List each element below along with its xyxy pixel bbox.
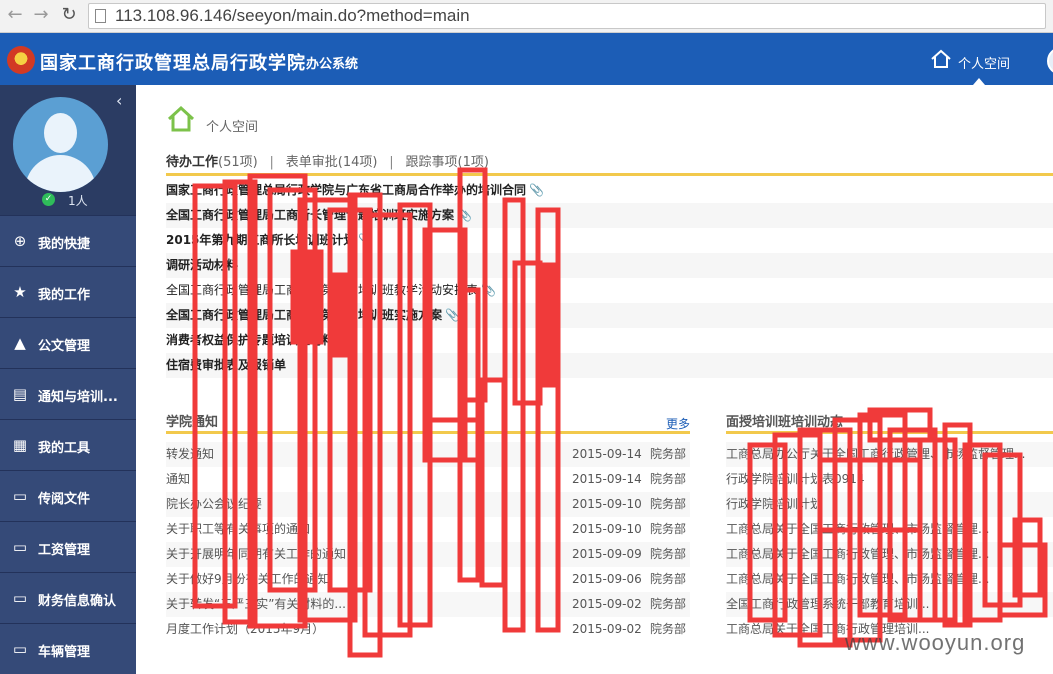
training-list: 工商总局办公厅关于全国工商行政管理、市场监督管理... 行政学院培训计划表091… xyxy=(726,442,1053,642)
house-icon xyxy=(931,49,951,68)
watermark: www.wooyun.org xyxy=(845,630,1026,655)
breadcrumb: 个人空间 xyxy=(206,120,259,135)
collapse-chevron-icon[interactable]: ‹ xyxy=(116,93,122,109)
attachment-icon: 📎 xyxy=(358,233,374,247)
table-row[interactable]: 关于开展明年同期有关工作的通知 2015-09-09 院务部 xyxy=(166,542,690,567)
emblem-icon xyxy=(7,46,35,74)
list-item[interactable]: 行政学院培训计划 xyxy=(726,492,1053,517)
table-row[interactable]: 通知 2015-09-14 院务部 xyxy=(166,467,690,492)
sidebar-item-label: 通知与培训... xyxy=(38,390,118,405)
sidebar-item-salary[interactable]: ▭ 工资管理 xyxy=(0,521,136,572)
list-item[interactable]: 工商总局关于全国工商行政管理、市场监督管理... xyxy=(726,542,1053,567)
personal-space-tab[interactable]: 个人空间 xyxy=(930,33,1025,85)
toolbox-icon: ▦ xyxy=(12,436,28,454)
attachment-icon: 📎 xyxy=(529,183,544,197)
sidebar-item-shortcuts[interactable]: ⊕ 我的快捷 xyxy=(0,215,136,266)
table-row[interactable]: 关于转发“三严三实”有关材料的... 2015-09-02 院务部 xyxy=(166,592,690,617)
sidebar-item-label: 财务信息确认 xyxy=(38,594,117,609)
app-header: 国家工商行政管理总局行政学院 办公系统 个人空间 xyxy=(0,33,1053,85)
news-list: 转发通知 2015-09-14 院务部 通知 2015-09-14 院务部 院长办公会议… xyxy=(166,442,690,642)
sidebar-item-label: 我的快捷 xyxy=(38,237,91,252)
table-row[interactable]: 关于做好9月份有关工作的通知 2015-09-06 院务部 xyxy=(166,567,690,592)
table-row[interactable]: 院长办公会议纪要 2015-09-10 院务部 xyxy=(166,492,690,517)
list-item[interactable]: 行政学院培训计划表0914 xyxy=(726,467,1053,492)
document-icon: ▭ xyxy=(12,487,28,505)
browser-toolbar: ← → ↻ 113.108.96.146/seeyon/main.do?meth… xyxy=(0,0,1053,33)
table-row[interactable]: 月度工作计划（2015年9月） 2015-09-02 院务部 xyxy=(166,617,690,642)
main-content: 个人空间 待办工作(51项) | 表单审批(14项) | 跟踪事项(1项) 国家… xyxy=(136,85,1053,671)
list-item[interactable]: 工商总局办公厅关于全国工商行政管理、市场监督管理... xyxy=(726,442,1053,467)
attachment-icon: 📎 xyxy=(457,208,472,222)
sidebar-item-vehicles[interactable]: ▭ 车辆管理 xyxy=(0,623,136,674)
sidebar-item-finance[interactable]: ▭ 财务信息确认 xyxy=(0,572,136,623)
reload-icon[interactable]: ↻ xyxy=(58,4,80,26)
list-item[interactable]: 工商总局关于全国工商行政管理、市场监督管理... xyxy=(726,517,1053,542)
document-icon: ▭ xyxy=(12,640,28,658)
sidebar-item-label: 我的工作 xyxy=(38,288,91,303)
check-icon: ✓ xyxy=(42,193,55,206)
more-link[interactable]: 更多 xyxy=(666,415,690,432)
workflow-icon: ★ xyxy=(13,283,27,301)
list-item[interactable]: 工商总局关于全国工商行政管理、市场监督管理... xyxy=(726,567,1053,592)
sidebar-item-label: 我的工具 xyxy=(38,441,91,456)
list-item[interactable]: 住宿费审批表及报销单 xyxy=(166,353,1053,378)
tab-tracking[interactable]: 跟踪事项(1项) xyxy=(406,155,489,170)
sidebar-item-notices[interactable]: ▤ 通知与培训... xyxy=(0,368,136,419)
sidebar-item-my-work[interactable]: ★ 我的工作 xyxy=(0,266,136,317)
sidebar-item-label: 车辆管理 xyxy=(38,645,91,660)
list-item[interactable]: 全国工商行政管理局工商所长管理专题培训班实施方案 📎 xyxy=(166,203,1053,228)
sidebar-item-documents[interactable]: ▲ 公文管理 xyxy=(0,317,136,368)
plus-circle-icon: ⊕ xyxy=(13,232,27,250)
avatar[interactable] xyxy=(13,97,108,192)
attachment-icon: 📎 xyxy=(481,283,496,297)
news-panel-title: 学院通知 xyxy=(166,411,690,434)
list-item[interactable]: 全国工商行政管理局工商所长第三期培训班教学活动安排表 📎 xyxy=(166,278,1053,303)
tab-form-approval[interactable]: 表单审批(14项) xyxy=(286,155,378,170)
personal-space-label: 个人空间 xyxy=(958,57,1011,72)
sidebar-item-label: 工资管理 xyxy=(38,543,91,558)
list-item[interactable]: 调研活动材料 xyxy=(166,253,1053,278)
list-item[interactable]: 全国工商行政管理系统干部教育培训... xyxy=(726,592,1053,617)
tab-pending[interactable]: 待办工作(51项) xyxy=(166,155,258,170)
news-panel: 学院通知 更多 转发通知 2015-09-14 院务部 通知 2015-09-14 院务… xyxy=(166,411,690,642)
stamp-icon: ▲ xyxy=(14,334,26,352)
page-icon xyxy=(95,9,106,23)
document-icon: ▭ xyxy=(12,538,28,556)
address-bar[interactable]: 113.108.96.146/seeyon/main.do?method=mai… xyxy=(88,3,1046,29)
org-name: 国家工商行政管理总局行政学院 xyxy=(40,53,306,74)
back-arrow-icon[interactable]: ← xyxy=(4,4,26,26)
house-icon xyxy=(167,105,195,132)
training-panel-title: 面授培训班培训动态 xyxy=(726,411,1053,434)
table-row[interactable]: 转发通知 2015-09-14 院务部 xyxy=(166,442,690,467)
sidebar-item-label: 传阅文件 xyxy=(38,492,91,507)
sidebar: ‹ ✓ 1人 ⊕ 我的快捷 ★ 我的工作 ▲ 公文管理 ▤ 通知与培训... ▦… xyxy=(0,85,136,674)
online-count: 1人 xyxy=(68,194,88,208)
active-tab-caret xyxy=(973,78,985,85)
bulletin-icon: ▤ xyxy=(12,385,28,403)
attachment-icon: 📎 xyxy=(445,308,460,322)
sidebar-menu: ⊕ 我的快捷 ★ 我的工作 ▲ 公文管理 ▤ 通知与培训... ▦ 我的工具 ▭… xyxy=(0,215,136,674)
work-tabs: 待办工作(51项) | 表单审批(14项) | 跟踪事项(1项) xyxy=(166,151,1053,176)
user-avatar-small[interactable] xyxy=(1047,47,1053,75)
system-name: 办公系统 xyxy=(306,57,359,72)
sidebar-item-circulation[interactable]: ▭ 传阅文件 xyxy=(0,470,136,521)
document-icon: ▭ xyxy=(12,589,28,607)
sidebar-item-tools[interactable]: ▦ 我的工具 xyxy=(0,419,136,470)
forward-arrow-icon[interactable]: → xyxy=(30,4,52,26)
todo-list: 国家工商行政管理总局行政学院与广东省工商局合作举办的培训合同 📎 全国工商行政管理… xyxy=(166,178,1053,378)
url-text[interactable]: 113.108.96.146/seeyon/main.do?method=mai… xyxy=(115,6,470,26)
list-item[interactable]: 2015年第九期工商所长培训班计划 📎 xyxy=(166,228,1053,253)
sidebar-item-label: 公文管理 xyxy=(38,339,91,354)
training-panel: 面授培训班培训动态 工商总局办公厅关于全国工商行政管理、市场监督管理... 行政… xyxy=(726,411,1053,642)
list-item[interactable]: 全国工商行政管理局工商所长第三期培训班实施方案 📎 xyxy=(166,303,1053,328)
list-item[interactable]: 消费者权益保护专题培训班材料 xyxy=(166,328,1053,353)
list-item[interactable]: 国家工商行政管理总局行政学院与广东省工商局合作举办的培训合同 📎 xyxy=(166,178,1053,203)
table-row[interactable]: 关于职工等有关事项的通知 2015-09-10 院务部 xyxy=(166,517,690,542)
